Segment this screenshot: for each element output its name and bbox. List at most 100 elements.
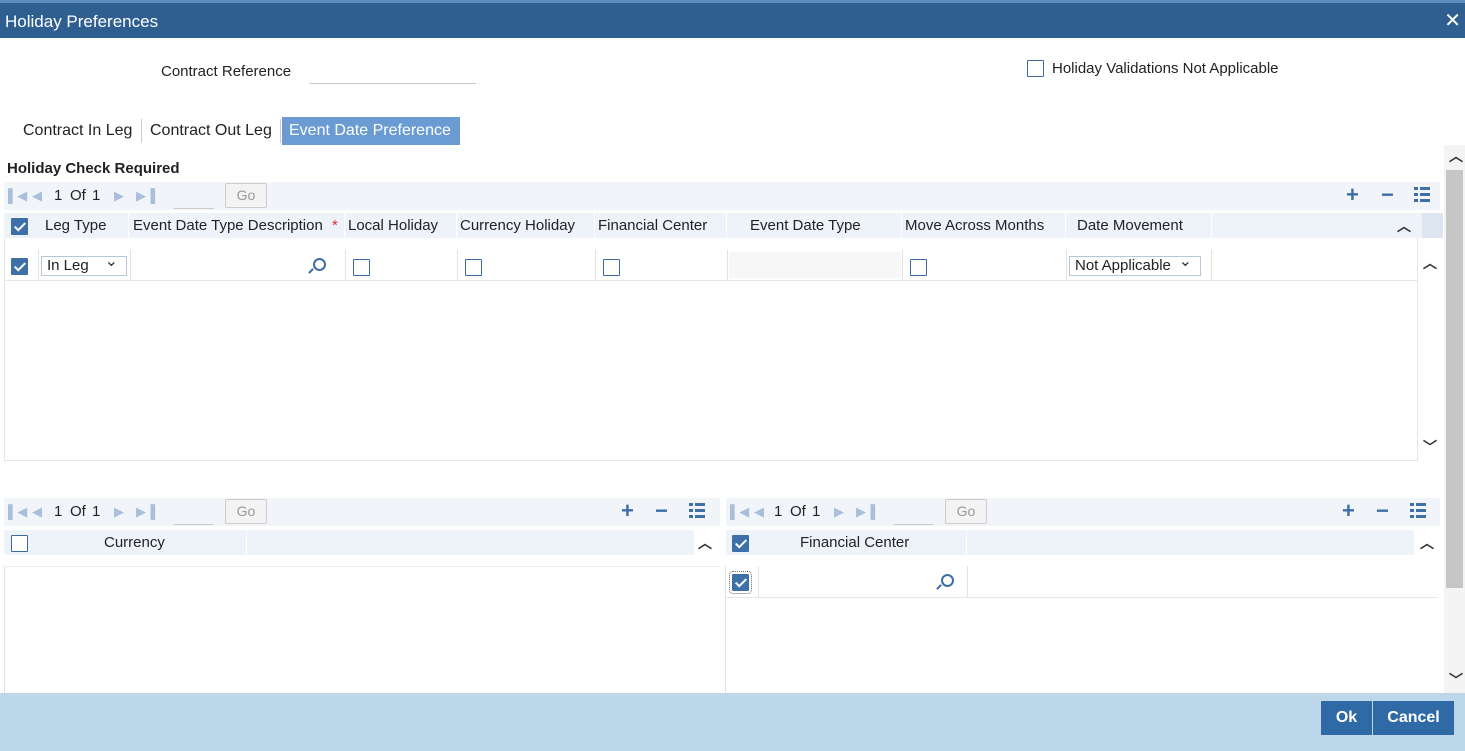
page-number-input[interactable] (894, 501, 934, 525)
financial-center-scroll-up-icon[interactable]: ︿ (1420, 533, 1434, 553)
page-number-input[interactable] (174, 501, 214, 525)
currency-scroll-up-icon[interactable]: ︿ (698, 533, 712, 553)
previous-page-icon[interactable]: ◀ (32, 504, 42, 520)
holiday-validations-checkbox[interactable] (1027, 60, 1044, 77)
column-separator (901, 213, 902, 238)
tab-contract-out-leg[interactable]: Contract Out Leg (142, 117, 280, 145)
tab-contract-in-leg[interactable]: Contract In Leg (15, 117, 140, 145)
search-icon[interactable] (309, 258, 326, 274)
currency-grid-header: Currency (4, 530, 694, 555)
last-page-icon[interactable]: ▶▐ (136, 504, 155, 520)
contract-reference-label: Contract Reference (161, 63, 292, 80)
event-date-type-cell (729, 252, 901, 278)
single-view-icon[interactable] (1414, 187, 1430, 203)
cell-divider (345, 250, 346, 280)
delete-row-icon[interactable]: − (1376, 499, 1389, 523)
previous-page-icon[interactable]: ◀ (32, 188, 42, 204)
next-page-icon[interactable]: ▶ (114, 504, 124, 520)
cell-divider (727, 250, 728, 280)
add-row-icon[interactable]: + (1346, 183, 1359, 207)
current-page: 1 (54, 187, 63, 204)
row-divider (726, 597, 1438, 598)
add-row-icon[interactable]: + (1342, 499, 1355, 523)
move-across-months-checkbox[interactable] (910, 259, 927, 276)
column-separator (456, 213, 457, 238)
first-page-icon[interactable]: ▌◀ (8, 188, 27, 204)
current-page: 1 (54, 503, 63, 520)
column-header-event-date-type: Event Date Type (750, 217, 861, 234)
leg-type-select[interactable]: In Leg (41, 253, 127, 276)
go-button[interactable]: Go (225, 183, 267, 208)
cell-divider (457, 250, 458, 280)
column-separator (1211, 213, 1212, 238)
last-page-icon[interactable]: ▶▐ (856, 504, 875, 520)
window-titlebar: Holiday Preferences ✕ (0, 0, 1465, 38)
first-page-icon[interactable]: ▌◀ (8, 504, 27, 520)
grid-scroll-up-icon[interactable]: ︿ (1423, 253, 1437, 273)
financial-center-row-checkbox[interactable] (729, 571, 752, 594)
first-page-icon[interactable]: ▌◀ (730, 504, 749, 520)
row-select-checkbox[interactable] (11, 258, 28, 275)
single-view-icon[interactable] (689, 503, 705, 519)
currency-grid-divider (4, 566, 720, 567)
cell-divider (1211, 250, 1212, 280)
page-scrollbar-thumb[interactable] (1446, 170, 1463, 588)
column-header-financial-center: Financial Center (800, 534, 910, 551)
contract-reference-input[interactable] (309, 60, 476, 84)
required-marker: * (332, 217, 338, 234)
column-header-move-across-months: Move Across Months (905, 217, 1045, 234)
single-view-icon[interactable] (1410, 503, 1426, 519)
grid-scroll-down-icon[interactable]: ﹀ (1423, 437, 1437, 457)
next-page-icon[interactable]: ▶ (114, 188, 124, 204)
next-page-icon[interactable]: ▶ (834, 504, 844, 520)
row-divider (5, 280, 1418, 281)
column-separator (594, 213, 595, 238)
cell-divider (758, 566, 759, 597)
page-scroll-up-icon[interactable]: ︿ (1449, 146, 1463, 166)
column-separator (1065, 213, 1066, 238)
add-row-icon[interactable]: + (621, 499, 634, 523)
currency-grid-toolbar: ▌◀ ◀ 1 Of 1 ▶ ▶▐ Go + − (4, 498, 720, 526)
local-holiday-checkbox[interactable] (353, 259, 370, 276)
header-scroll-up-icon[interactable]: ︿ (1397, 216, 1411, 236)
currency-select-all-checkbox[interactable] (11, 535, 28, 552)
total-pages: 1 (92, 187, 101, 204)
financial-center-grid-header: Financial Center (726, 530, 1414, 555)
total-pages: 1 (92, 503, 101, 520)
column-header-currency: Currency (104, 534, 165, 551)
last-page-icon[interactable]: ▶▐ (136, 188, 155, 204)
cancel-button[interactable]: Cancel (1373, 701, 1454, 735)
financial-center-select-all-checkbox[interactable] (732, 535, 749, 552)
close-icon[interactable]: ✕ (1444, 8, 1461, 33)
financial-center-grid-toolbar: ▌◀ ◀ 1 Of 1 ▶ ▶▐ Go + − (726, 498, 1440, 526)
column-header-event-date-type-description: Event Date Type Description (133, 217, 323, 234)
column-header-currency-holiday: Currency Holiday (460, 217, 576, 234)
delete-row-icon[interactable]: − (1381, 183, 1394, 207)
main-grid-toolbar: ▌◀ ◀ 1 Of 1 ▶ ▶▐ Go + − (4, 182, 1440, 210)
select-all-checkbox[interactable] (11, 218, 28, 235)
date-movement-select[interactable]: Not Applicable (1069, 253, 1201, 276)
search-icon[interactable] (937, 574, 954, 590)
window-title: Holiday Preferences (5, 12, 159, 31)
currency-holiday-checkbox[interactable] (465, 259, 482, 276)
header-scroll-corner (1422, 213, 1443, 238)
previous-page-icon[interactable]: ◀ (754, 504, 764, 520)
go-button[interactable]: Go (945, 499, 987, 524)
footer-bar: Ok Cancel (0, 693, 1465, 751)
cell-divider (595, 250, 596, 280)
go-button[interactable]: Go (225, 499, 267, 524)
section-title: Holiday Check Required (7, 160, 180, 177)
cell-divider (1066, 250, 1067, 280)
page-scroll-down-icon[interactable]: ﹀ (1449, 670, 1463, 690)
of-label: Of (70, 187, 86, 204)
delete-row-icon[interactable]: − (655, 499, 668, 523)
main-grid-header: Leg Type Event Date Type Description * L… (4, 213, 1422, 238)
current-page: 1 (774, 503, 783, 520)
cell-divider (38, 250, 39, 280)
page-number-input[interactable] (174, 185, 214, 209)
column-header-leg-type: Leg Type (45, 217, 107, 234)
tab-event-date-preference[interactable]: Event Date Preference (282, 117, 460, 145)
financial-center-checkbox[interactable] (603, 259, 620, 276)
ok-button[interactable]: Ok (1321, 701, 1372, 735)
column-separator (726, 213, 727, 238)
